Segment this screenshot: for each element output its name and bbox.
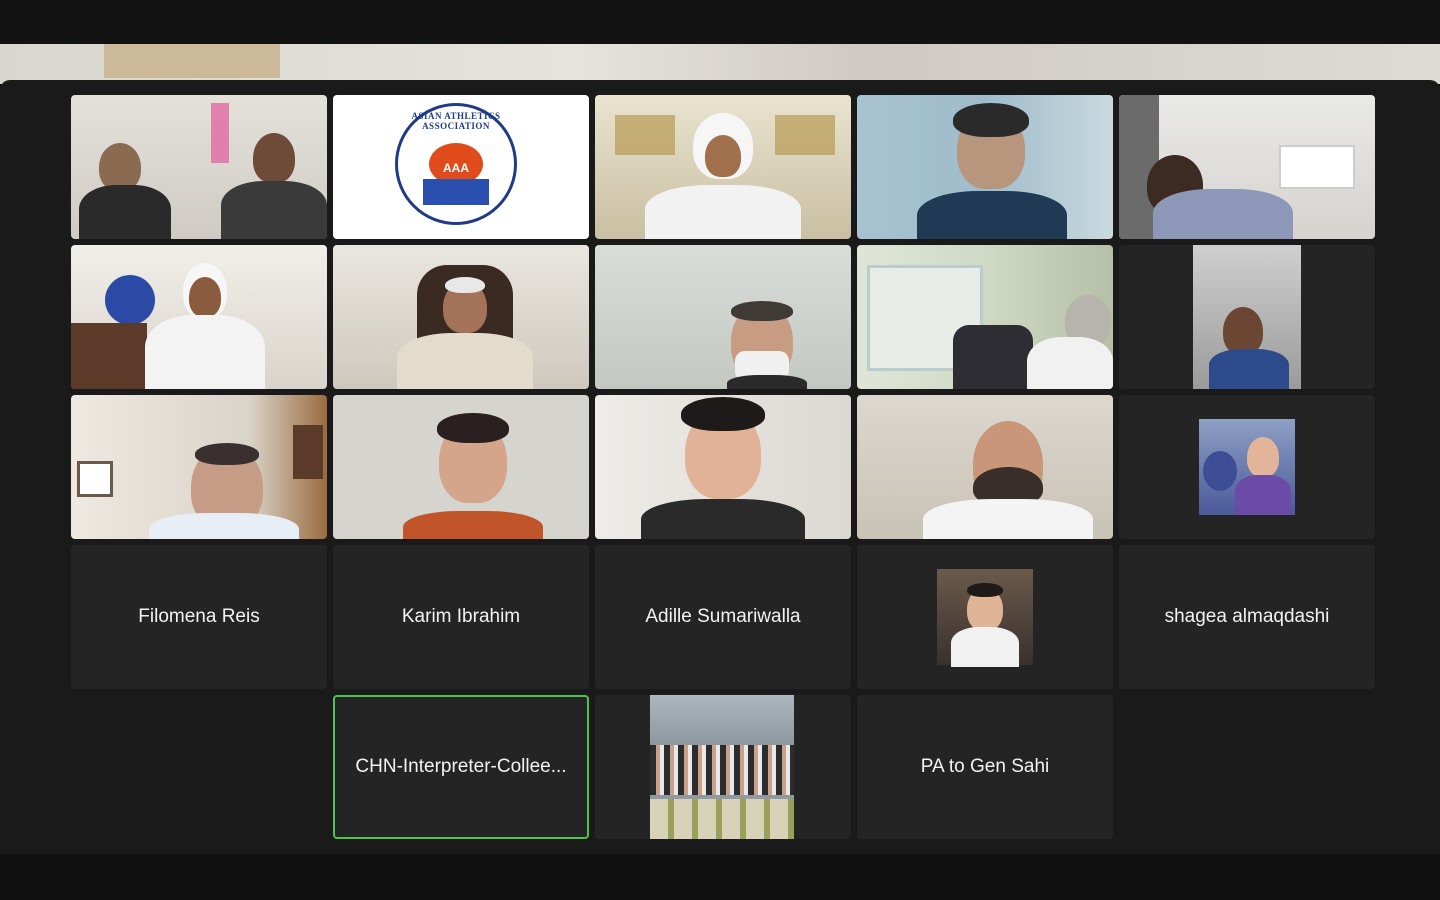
participant-tile-21-active-speaker[interactable]: CHN-Interpreter-Collee... [333,695,589,839]
participant-tile-4[interactable] [857,95,1113,239]
participant-tile-11[interactable] [71,395,327,539]
woman-speaking-video [595,395,851,539]
participant-tile-17[interactable]: Karim Ibrahim [333,545,589,689]
participant-tile-10[interactable] [1119,245,1375,389]
woman-with-flowers-photo [1199,419,1295,515]
participant-name: Adille Sumariwalla [645,606,801,627]
participant-tile-8[interactable] [595,245,851,389]
participant-name: Filomena Reis [138,606,260,627]
man-in-car-video [1193,245,1301,389]
participant-tile-6[interactable] [71,245,327,389]
man-in-ghutra-video [595,95,851,239]
participant-name: PA to Gen Sahi [920,756,1050,777]
participant-tile-14[interactable] [857,395,1113,539]
man-portrait-photo [937,569,1033,667]
participant-tile-18[interactable]: Adille Sumariwalla [595,545,851,689]
participant-tile-16[interactable]: Filomena Reis [71,545,327,689]
two-men-at-desk-video [71,95,327,239]
background-photo [0,44,1440,84]
participant-tile-3[interactable] [595,95,851,239]
logo-text: ASIAN ATHLETICS ASSOCIATION [411,111,501,131]
gaming-chair-room-video [857,245,1113,389]
zoom-gallery-window: ASIAN ATHLETICS ASSOCIATION AAA Filomena… [0,80,1440,854]
man-reading-video [71,395,327,539]
participant-tile-9[interactable] [857,245,1113,389]
participant-tile-20[interactable]: shagea almaqdashi [1119,545,1375,689]
participant-tile-19[interactable] [857,545,1113,689]
man-with-bookshelf-video [1119,95,1375,239]
participant-tile-7[interactable] [333,245,589,389]
man-with-beard-video [857,395,1113,539]
man-with-mask-video [595,245,851,389]
bottom-black-band [0,854,1440,900]
participant-name: Karim Ibrahim [401,606,521,627]
participant-tile-22[interactable] [595,695,851,839]
man-in-ghutra-office-video [71,245,327,389]
man-in-chair-video [333,245,589,389]
participant-tile-5[interactable] [1119,95,1375,239]
participant-tile-12[interactable] [333,395,589,539]
woman-with-glasses-video [333,395,589,539]
participant-name: shagea almaqdashi [1164,606,1330,627]
participant-tile-23[interactable]: PA to Gen Sahi [857,695,1113,839]
participant-tile-2[interactable]: ASIAN ATHLETICS ASSOCIATION AAA [333,95,589,239]
logo-mark: AAA [443,161,469,175]
participant-tile-15[interactable] [1119,395,1375,539]
man-resting-head-video [857,95,1113,239]
participant-tile-13[interactable] [595,395,851,539]
participant-name: CHN-Interpreter-Collee... [355,756,567,777]
participant-tile-1[interactable] [71,95,327,239]
top-black-band [0,0,1440,44]
group-photo [650,695,794,839]
